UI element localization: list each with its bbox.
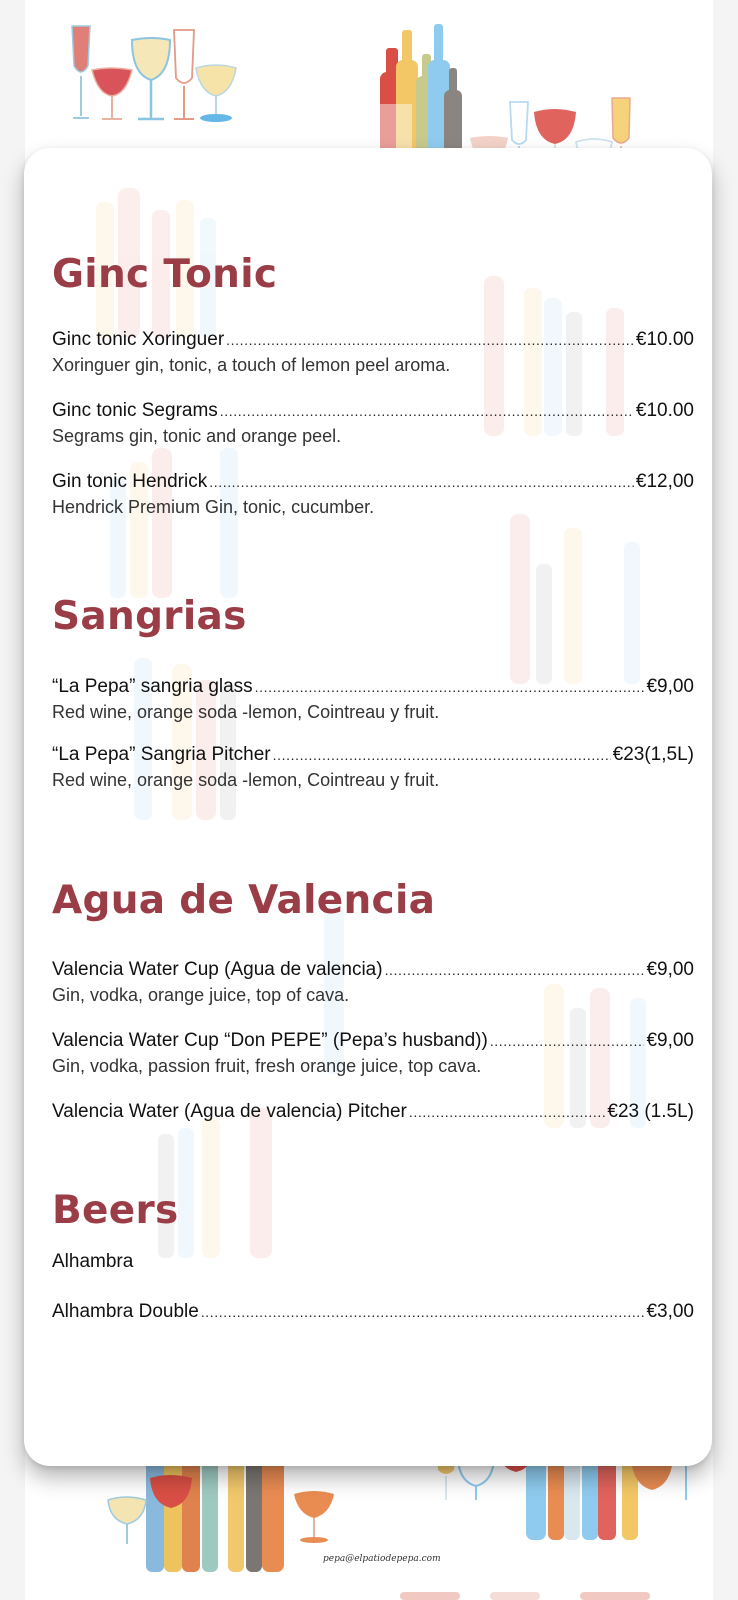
item-description: Segrams gin, tonic and orange peel.: [52, 426, 342, 446]
dot-leader: [490, 1029, 645, 1053]
item-name: Ginc tonic Xoringuer: [52, 329, 225, 350]
menu-item: Valencia Water Cup “Don PEPE” (Pepa’s hu…: [52, 1029, 694, 1078]
dot-leader: [209, 470, 634, 494]
dot-leader: [220, 399, 634, 423]
dot-leader: [255, 675, 645, 699]
item-name: Valencia Water Cup “Don PEPE” (Pepa’s hu…: [52, 1030, 488, 1051]
item-price: €10.00: [635, 329, 694, 350]
item-description: Gin, vodka, passion fruit, fresh orange …: [52, 1056, 482, 1076]
item-name: “La Pepa” Sangria Pitcher: [52, 744, 271, 765]
footer-wave: [400, 1592, 650, 1600]
menu-item: Ginc tonic Xoringuer €10.00 Xoringuer gin…: [52, 328, 694, 377]
glasses-illustration-top: [71, 25, 237, 122]
dot-leader: [409, 1100, 606, 1124]
menu-item: “La Pepa” sangria glass €9,00 Red wine, o…: [52, 675, 694, 724]
item-name: Alhambra Double: [52, 1301, 199, 1322]
item-description: Red wine, orange soda -lemon, Cointreau …: [52, 770, 440, 790]
menu-item: Gin tonic Hendrick €12,00 Hendrick Premiu…: [52, 470, 694, 519]
item-description: Xoringuer gin, tonic, a touch of lemon p…: [52, 355, 451, 375]
menu-item: Alhambra Double €3,00: [52, 1300, 694, 1324]
item-price: €10.00: [635, 400, 694, 421]
dot-leader: [385, 958, 645, 982]
menu-item: Valencia Water Cup (Agua de valencia) €9,…: [52, 958, 694, 1007]
menu-item: Ginc tonic Segrams €10.00 Segrams gin, to…: [52, 399, 694, 448]
item-price: €3,00: [646, 1301, 694, 1322]
item-description: Red wine, orange soda -lemon, Cointreau …: [52, 702, 440, 722]
item-price: €23(1,5L): [612, 744, 694, 765]
menu-item: “La Pepa” Sangria Pitcher €23(1,5L) Red w…: [52, 743, 694, 792]
dot-leader: [226, 328, 634, 352]
menu-item: Valencia Water (Agua de valencia) Pitche…: [52, 1100, 694, 1124]
item-price: €9,00: [646, 959, 694, 980]
section-title-agua-de-valencia: Agua de Valencia: [52, 878, 436, 923]
item-name: Valencia Water (Agua de valencia) Pitche…: [52, 1101, 407, 1122]
item-name: Gin tonic Hendrick: [52, 471, 208, 492]
item-description: Gin, vodka, orange juice, top of cava.: [52, 985, 350, 1005]
dot-leader: [273, 743, 611, 767]
footer-email[interactable]: pepa@elpatiodepepa.com: [323, 1554, 441, 1564]
item-price: €9,00: [646, 676, 694, 697]
item-price: €12,00: [635, 471, 694, 492]
item-name: Alhambra: [52, 1251, 134, 1272]
item-name: Ginc tonic Segrams: [52, 400, 218, 421]
item-name: Valencia Water Cup (Agua de valencia): [52, 959, 383, 980]
section-title-beers: Beers: [52, 1188, 179, 1233]
menu-card: Ginc Tonic Ginc tonic Xoringuer €10.00 Xo…: [24, 148, 712, 1466]
menu-item: Alhambra: [52, 1250, 694, 1274]
dot-leader: [201, 1300, 645, 1324]
item-description: Hendrick Premium Gin, tonic, cucumber.: [52, 497, 375, 517]
item-price: €9,00: [646, 1030, 694, 1051]
section-title-gin-tonic: Ginc Tonic: [52, 252, 278, 297]
item-price: €23 (1.5L): [607, 1101, 694, 1122]
section-title-sangrias: Sangrias: [52, 594, 247, 639]
item-name: “La Pepa” sangria glass: [52, 676, 253, 697]
